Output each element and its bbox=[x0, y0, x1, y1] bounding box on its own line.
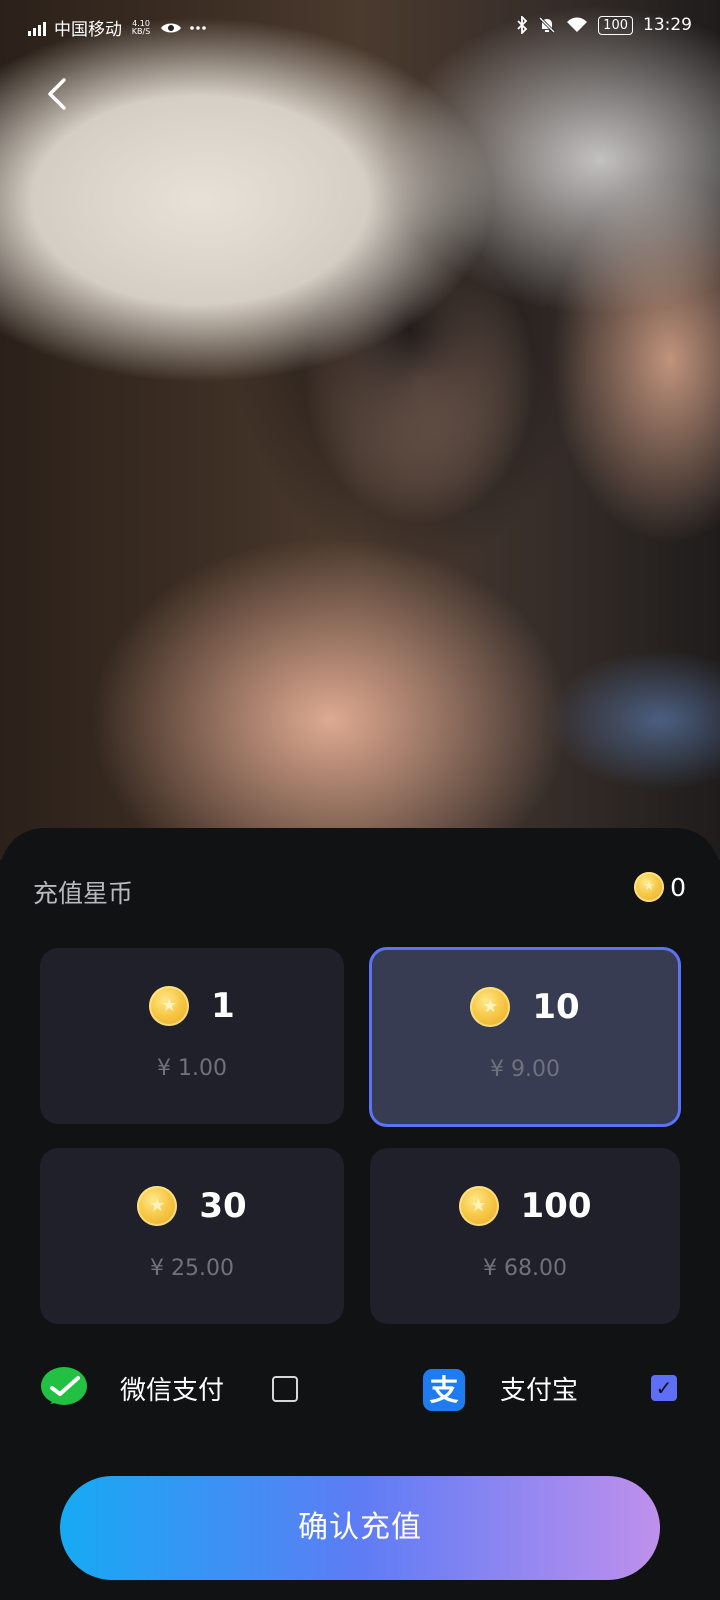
sheet-title: 充值星币 bbox=[33, 879, 134, 908]
carrier-label: 中国移动 bbox=[54, 20, 122, 40]
package-price: ¥ 9.00 bbox=[490, 1057, 560, 1082]
package-price: ¥ 25.00 bbox=[150, 1256, 234, 1281]
wechat-pay-checkbox[interactable] bbox=[272, 1376, 298, 1402]
status-bar: 中国移动 4.10 KB/S 100 13:29 bbox=[0, 0, 720, 52]
package-price: ¥ 68.00 bbox=[483, 1256, 567, 1281]
background-photo bbox=[0, 0, 720, 860]
package-card[interactable]: 100 ¥ 68.00 bbox=[370, 1148, 680, 1324]
coin-icon bbox=[458, 1186, 499, 1226]
coin-icon bbox=[149, 986, 190, 1026]
wechat-pay-label[interactable]: 微信支付 bbox=[120, 1370, 224, 1407]
package-price: ¥ 1.00 bbox=[157, 1056, 227, 1081]
package-amount: 10 bbox=[532, 987, 580, 1027]
more-icon bbox=[190, 25, 206, 30]
bluetooth-icon bbox=[517, 16, 528, 34]
wifi-icon bbox=[567, 17, 588, 32]
signal-icon bbox=[28, 20, 46, 36]
package-card-selected[interactable]: 10 ¥ 9.00 bbox=[369, 947, 681, 1127]
coin-balance: 0 bbox=[634, 872, 686, 902]
package-amount: 30 bbox=[199, 1186, 247, 1226]
coin-icon bbox=[470, 987, 511, 1027]
coin-icon bbox=[137, 1186, 178, 1226]
net-speed: 4.10 KB/S bbox=[131, 18, 151, 36]
chevron-left-icon[interactable] bbox=[40, 74, 76, 114]
confirm-recharge-button[interactable]: 确认充值 bbox=[60, 1476, 660, 1580]
mute-bell-icon bbox=[539, 16, 556, 34]
battery-indicator: 100 bbox=[598, 15, 633, 35]
coin-icon bbox=[634, 872, 665, 902]
clock: 13:29 bbox=[643, 15, 692, 35]
wechat-pay-icon[interactable] bbox=[40, 1366, 88, 1410]
balance-value: 0 bbox=[670, 872, 686, 902]
package-amount: 100 bbox=[520, 1186, 592, 1226]
package-card[interactable]: 1 ¥ 1.00 bbox=[40, 948, 344, 1124]
alipay-checkbox[interactable]: ✓ bbox=[651, 1375, 677, 1401]
package-amount: 1 bbox=[211, 986, 235, 1026]
eye-icon bbox=[161, 23, 181, 32]
package-card[interactable]: 30 ¥ 25.00 bbox=[40, 1148, 344, 1324]
alipay-icon[interactable]: 支 bbox=[423, 1369, 465, 1411]
alipay-label[interactable]: 支付宝 bbox=[500, 1370, 578, 1407]
